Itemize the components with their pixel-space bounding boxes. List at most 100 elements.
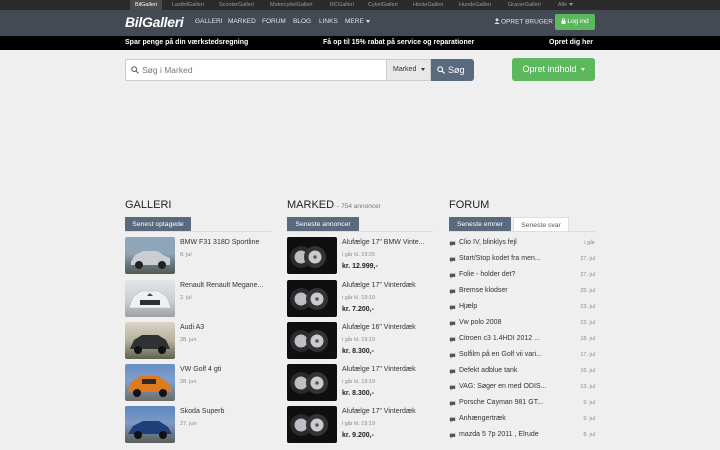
search-button[interactable]: Søg [431, 59, 474, 81]
forum-topic-title[interactable]: Anhængertræk [459, 415, 506, 422]
forum-topic-title[interactable]: Folie - holder det? [459, 271, 515, 278]
nav-links[interactable]: LINKS [319, 18, 338, 25]
marked-item-title[interactable]: Alufælge 17" Vinterdæk [342, 408, 416, 415]
gallery-thumbnail[interactable] [125, 364, 175, 401]
gallery-item-title[interactable]: Skoda Superb [180, 408, 224, 415]
marked-title: MARKED [287, 199, 335, 211]
network-link-rcgalleri[interactable]: RCGalleri [330, 0, 354, 10]
network-link-cykelgalleri[interactable]: CykelGalleri [368, 0, 398, 10]
forum-topic-date: 23. jul [580, 304, 595, 310]
galleri-tab-divider [125, 231, 271, 232]
forum-topic-title[interactable]: Vw polo 2008 [459, 319, 501, 326]
search-scope-select[interactable]: Marked [387, 59, 431, 81]
forum-topic-date: 27. jul [580, 272, 595, 278]
comment-icon [449, 337, 456, 343]
user-icon [494, 18, 500, 24]
gallery-thumbnail[interactable] [125, 406, 175, 443]
network-link-hundegalleri[interactable]: HundeGalleri [459, 0, 491, 10]
register-link[interactable]: OPRET BRUGER [494, 18, 553, 26]
marked-thumbnail[interactable] [287, 364, 337, 401]
marked-item-title[interactable]: Alufælge 16" Vinterdæk [342, 324, 416, 331]
forum-topic-title[interactable]: Solfilm på en Golf vii vari... [459, 351, 542, 358]
chevron-down-icon [421, 67, 426, 71]
gallery-item-date: 28. jun [180, 337, 197, 343]
forum-tab-divider [449, 231, 595, 232]
forum-topic-date: 8. jul [583, 432, 595, 438]
car-photo [128, 290, 172, 309]
gallery-item-date: 27. jun [180, 421, 197, 427]
marked-thumbnail[interactable] [287, 322, 337, 359]
nav-marked[interactable]: MARKED [228, 18, 256, 25]
network-link-lastbilgalleri[interactable]: LastbilGalleri [172, 0, 204, 10]
comment-icon [449, 289, 456, 295]
forum-topic-title[interactable]: Hjælp [459, 303, 477, 310]
marked-item-price: kr. 8.300,- [342, 348, 374, 355]
network-menu-alle[interactable]: Alle [558, 0, 574, 10]
gallery-item-title[interactable]: Audi A3 [180, 324, 204, 331]
forum-topic-title[interactable]: VAG: Søger en med ODIS... [459, 383, 546, 390]
forum-topic-title[interactable]: Defekt adblue tank [459, 367, 517, 374]
promo-signup-link[interactable]: Opret dig her [549, 36, 593, 50]
gallery-thumbnail[interactable] [125, 322, 175, 359]
tab-seneste-emner[interactable]: Seneste emner [449, 217, 511, 232]
gallery-thumbnail[interactable] [125, 237, 175, 274]
marked-item-time: i går kl. 19:26 [342, 252, 376, 258]
marked-item-title[interactable]: Alufælge 17" BMW Vinte... [342, 239, 425, 246]
marked-thumbnail[interactable] [287, 237, 337, 274]
site-logo[interactable]: BilGalleri [125, 14, 184, 30]
marked-item-price: kr. 7.200,- [342, 306, 374, 313]
forum-topic-date: 9. jul [583, 400, 595, 406]
create-content-button[interactable]: Opret indhold [512, 58, 595, 81]
forum-topic-title[interactable]: Citroen c3 1.4HDI 2012 ... [459, 335, 540, 342]
search-placeholder: Søg i Marked [142, 65, 193, 75]
gallery-item-title[interactable]: Renault Renault Megane... [180, 282, 263, 289]
nav-mere-label: MERE [345, 18, 364, 25]
car-photo [128, 421, 172, 439]
promo-center-text: Få op til 15% rabat på service og repara… [323, 39, 475, 46]
comment-icon [449, 401, 456, 407]
network-link-motorcykelgalleri[interactable]: MotorcykelGalleri [270, 0, 312, 10]
comment-icon [449, 353, 456, 359]
login-label: Log ind [567, 18, 589, 25]
wheel-photo [290, 372, 328, 394]
network-link-hestegalleri[interactable]: HesteGalleri [413, 0, 443, 10]
marked-thumbnail[interactable] [287, 406, 337, 443]
network-link-scootergalleri[interactable]: ScooterGalleri [219, 0, 254, 10]
tab-seneste-annoncer[interactable]: Seneste annoncer [287, 217, 359, 232]
forum-topic-date: 17. jul [580, 352, 595, 358]
forum-topic-title[interactable]: Porsche Cayman 981 GT... [459, 399, 543, 406]
tab-seneste-svar[interactable]: Seneste svar [513, 217, 569, 232]
login-button[interactable]: Log ind [555, 14, 595, 30]
search-input[interactable]: Søg i Marked [125, 59, 387, 81]
gallery-item-title[interactable]: VW Golf 4 gti [180, 366, 221, 373]
network-link-bilgalleri[interactable]: BilGalleri [130, 0, 163, 10]
network-link-gravergalleri[interactable]: GraverGalleri [508, 0, 541, 10]
forum-topic-title[interactable]: mazda 5 7p 2011 , Elrude [459, 431, 539, 438]
gallery-thumbnail[interactable] [125, 280, 175, 317]
search-icon [131, 66, 139, 74]
promo-left-text: Spar penge på din værkstedsregning [125, 39, 249, 46]
wheel-photo [290, 246, 326, 268]
forum-topic-date: 27. jul [580, 256, 595, 262]
marked-item-price: kr. 9.200,- [342, 432, 374, 439]
gallery-item-title[interactable]: BMW F31 318D Sportline [180, 239, 259, 246]
marked-thumbnail[interactable] [287, 280, 337, 317]
forum-topic-date: 9. jul [583, 416, 595, 422]
comment-icon [449, 273, 456, 279]
nav-mere[interactable]: MERE [345, 18, 370, 25]
nav-galleri[interactable]: GALLERI [195, 18, 222, 25]
forum-topic-title[interactable]: Clio IV, blinklys fejl [459, 239, 517, 246]
tab-senest-optagede[interactable]: Senest optagede [125, 217, 191, 232]
comment-icon [449, 321, 456, 327]
marked-item-title[interactable]: Alufælge 17" Vinterdæk [342, 282, 416, 289]
forum-topic-date: 25. jul [580, 288, 595, 294]
wheel-photo [290, 288, 328, 310]
forum-topic-title[interactable]: Bremse klodser [459, 287, 508, 294]
forum-topic-title[interactable]: Start/Stop kodet fra men... [459, 255, 541, 262]
marked-ad-count: - 754 annoncer [337, 203, 381, 210]
nav-blog[interactable]: BLOG [293, 18, 311, 25]
marked-item-title[interactable]: Alufælge 17" Vinterdæk [342, 366, 416, 373]
gallery-item-date: 2. jul [180, 295, 192, 301]
promo-banner[interactable]: Spar penge på din værkstedsregning Få op… [0, 36, 720, 50]
nav-forum[interactable]: FORUM [262, 18, 286, 25]
